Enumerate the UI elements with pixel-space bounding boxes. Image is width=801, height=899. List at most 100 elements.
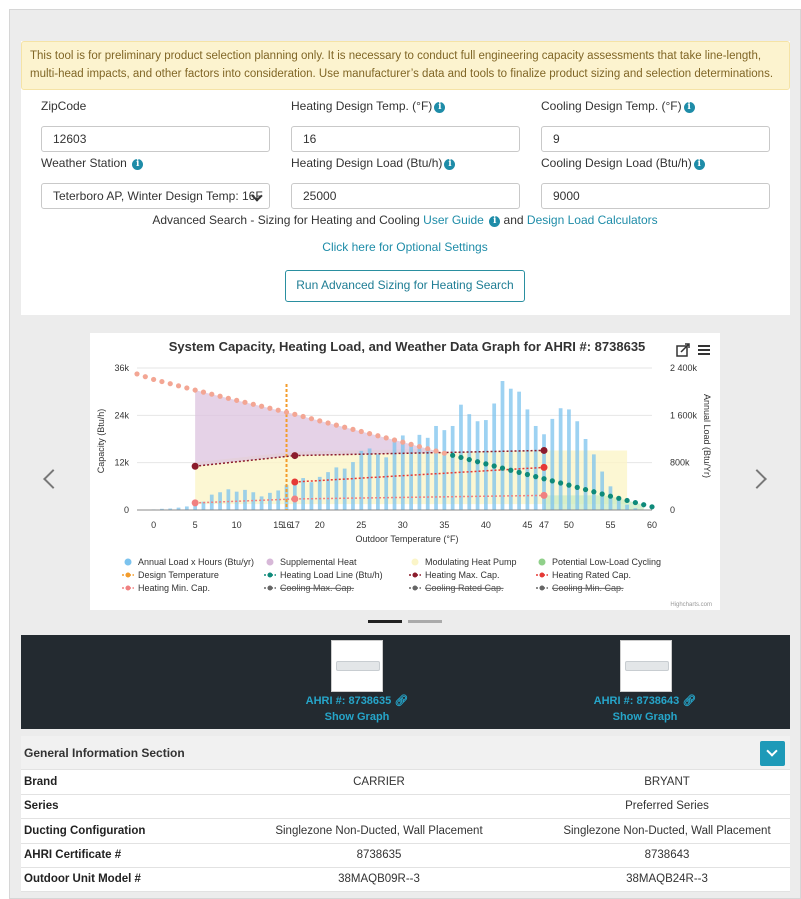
annual-load-bar xyxy=(400,435,405,510)
legend-marker xyxy=(411,558,419,566)
annual-load-bar xyxy=(342,468,347,510)
annual-load-bar xyxy=(583,439,588,510)
annual-load-bar xyxy=(226,489,231,510)
legend-item[interactable]: Potential Low-Load Cycling xyxy=(538,557,662,567)
info-icon[interactable]: i xyxy=(489,216,501,227)
legend-item[interactable]: Heating Load Line (Btu/h) xyxy=(264,570,383,580)
heating-load-point xyxy=(383,435,389,441)
table-row: Outdoor Unit Model #38MAQB09R--3 38MAQB24… xyxy=(21,868,790,892)
heating-load-point xyxy=(175,383,182,389)
capacity-chart: System Capacity, Heating Load, and Weath… xyxy=(96,339,712,608)
legend-item[interactable]: Cooling Rated Cap. xyxy=(409,583,504,593)
heating-load-input[interactable]: 25000 xyxy=(291,183,520,209)
legend-item[interactable]: Annual Load x Hours (Btu/yr) xyxy=(124,557,255,567)
link-icon: 🔗︎ xyxy=(394,695,409,707)
section-title: General Information Section xyxy=(24,746,185,760)
heating-load-point xyxy=(408,441,414,447)
heating-load-point xyxy=(391,437,398,443)
heating-load-point xyxy=(167,381,173,387)
annual-load-bar xyxy=(500,381,505,510)
legend-item[interactable]: Cooling Min. Cap. xyxy=(536,583,624,593)
info-icon[interactable]: i xyxy=(434,102,446,113)
show-graph-link-2[interactable]: Show Graph xyxy=(545,711,745,723)
annual-load-bar xyxy=(218,492,222,510)
weather-station-select[interactable]: Teterboro AP, Winter Design Temp: 16F xyxy=(41,183,270,209)
cooling-load-input[interactable]: 9000 xyxy=(541,183,770,209)
annual-load-bar xyxy=(259,496,264,510)
legend-item[interactable]: Heating Min. Cap. xyxy=(122,583,210,593)
capacity-point xyxy=(540,463,548,471)
product-thumbnail-1[interactable] xyxy=(331,640,383,692)
carousel-indicator-2[interactable] xyxy=(408,620,442,623)
heating-load-point xyxy=(499,465,506,471)
annual-load-bar xyxy=(301,478,305,510)
x-tick-label: 45 xyxy=(522,520,532,530)
legend-label: Heating Max. Cap. xyxy=(425,570,500,580)
optional-settings-link[interactable]: Click here for Optional Settings xyxy=(0,240,801,254)
legend-item[interactable]: Heating Rated Cap. xyxy=(536,570,631,580)
capacity-point xyxy=(540,446,548,454)
heating-temp-input[interactable]: 16 xyxy=(291,126,520,152)
heating-load-point xyxy=(632,499,638,506)
heating-load-point xyxy=(333,422,339,428)
user-guide-link[interactable]: User Guide xyxy=(423,213,484,227)
annual-load-bar xyxy=(376,454,380,510)
heating-load-point xyxy=(225,395,231,401)
annual-load-bar xyxy=(392,440,397,510)
legend-item[interactable]: Design Temperature xyxy=(122,570,219,580)
x-tick-label: 60 xyxy=(647,520,657,530)
legend-marker xyxy=(125,585,131,591)
show-graph-link-1[interactable]: Show Graph xyxy=(257,711,457,723)
export-icon[interactable] xyxy=(676,343,690,357)
ahri-link-1[interactable]: AHRI #: 8738635 🔗︎ xyxy=(257,694,457,707)
heating-load-point xyxy=(474,459,481,465)
heating-load-point xyxy=(258,403,265,409)
annual-load-bar xyxy=(558,408,563,510)
heating-load-point xyxy=(358,428,364,435)
legend-item[interactable]: Cooling Max. Cap. xyxy=(264,583,354,593)
annual-load-bar xyxy=(409,445,413,510)
chart-credits[interactable]: Highcharts.com xyxy=(670,602,712,608)
y2-tick-label: 800k xyxy=(670,458,690,468)
zipcode-input[interactable]: 12603 xyxy=(41,126,270,152)
info-icon[interactable]: i xyxy=(444,159,456,170)
x-tick-label: 5 xyxy=(193,520,198,530)
annual-load-bar xyxy=(591,454,596,510)
legend-item[interactable]: Supplemental Heat xyxy=(266,557,358,567)
annual-load-bar xyxy=(268,492,272,510)
annual-load-bar xyxy=(492,403,497,510)
legend-item[interactable]: Heating Max. Cap. xyxy=(409,570,500,580)
design-load-calculators-link[interactable]: Design Load Calculators xyxy=(527,213,658,227)
x-tick-label: 55 xyxy=(605,520,615,530)
info-icon[interactable]: i xyxy=(683,102,695,113)
heating-load-point xyxy=(641,502,647,508)
capacity-point xyxy=(191,499,199,507)
legend-label: Heating Min. Cap. xyxy=(138,583,210,593)
product-thumbnail-2[interactable] xyxy=(620,640,672,692)
annual-load-bar xyxy=(326,472,330,510)
heating-load-point xyxy=(217,393,223,399)
table-row: Series Preferred Series xyxy=(21,795,790,819)
x-tick-label: 50 xyxy=(564,520,574,530)
ahri-link-2[interactable]: AHRI #: 8738643 🔗︎ xyxy=(545,694,745,707)
legend-item[interactable]: Modulating Heat Pump xyxy=(411,557,517,567)
menu-icon[interactable] xyxy=(698,345,710,355)
link-icon: 🔗︎ xyxy=(682,695,697,707)
y-axis-title: Capacity (Btu/h) xyxy=(96,409,106,474)
y2-tick-label: 2 400k xyxy=(670,363,698,373)
info-icon[interactable]: i xyxy=(132,159,144,170)
info-icon[interactable]: i xyxy=(693,159,705,170)
heating-temp-label: Heating Design Temp. (°F) i xyxy=(291,99,446,113)
heating-load-label: Heating Design Load (Btu/h) i xyxy=(291,156,456,170)
legend-marker xyxy=(539,572,545,578)
general-info-header[interactable]: General Information Section xyxy=(21,736,790,770)
cooling-temp-input[interactable]: 9 xyxy=(541,126,770,152)
heating-load-point xyxy=(250,401,256,407)
collapse-toggle-button[interactable] xyxy=(760,741,785,766)
table-row: AHRI Certificate #8738635 8738643 xyxy=(21,844,790,868)
legend-label: Annual Load x Hours (Btu/yr) xyxy=(138,557,254,567)
annual-load-bar xyxy=(567,409,571,510)
run-advanced-sizing-button[interactable]: Run Advanced Sizing for Heating Search xyxy=(285,270,525,302)
carousel-indicator-1[interactable] xyxy=(368,620,402,623)
x-tick-label: 0 xyxy=(151,520,156,530)
